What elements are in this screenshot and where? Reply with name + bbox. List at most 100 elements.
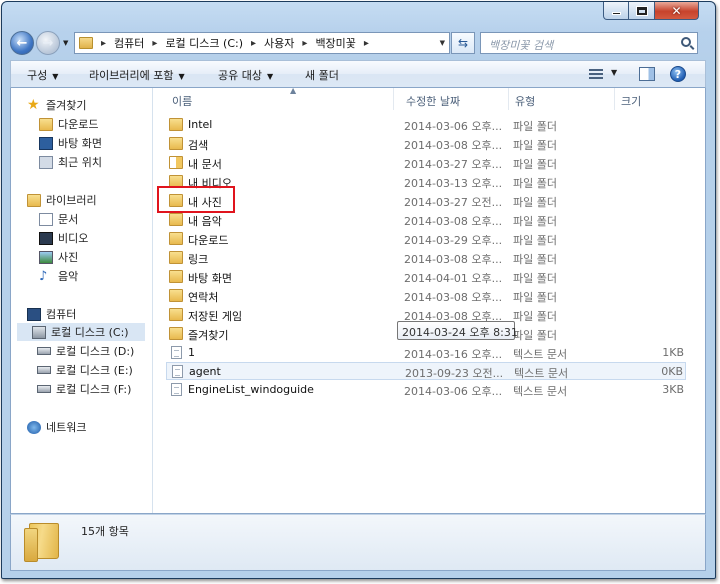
chevron-down-icon: ▼ [266, 72, 274, 81]
view-dropdown-icon[interactable]: ▼ [611, 68, 617, 77]
close-button[interactable]: ✕ [655, 2, 699, 20]
nav-pictures[interactable]: 사진 [39, 248, 78, 266]
table-row[interactable]: 내 사진 2014-03-27 오전... 파일 폴더 [166, 192, 686, 210]
text-file-icon [171, 383, 182, 396]
file-name: 1 [188, 346, 195, 359]
desktop-folder-icon [169, 270, 183, 283]
nav-desktop[interactable]: 바탕 화면 [39, 134, 102, 152]
nav-videos[interactable]: 비디오 [39, 229, 88, 247]
nav-recent-label: 최근 위치 [58, 156, 102, 169]
file-date: 2014-03-27 오후... [404, 158, 503, 171]
nav-drive-f[interactable]: 로컬 디스크 (F:) [37, 380, 131, 398]
table-row[interactable]: 내 음악 2014-03-08 오후... 파일 폴더 [166, 211, 686, 229]
folder-icon [79, 37, 93, 49]
desktop-icon [39, 136, 53, 150]
maximize-button[interactable] [629, 2, 655, 20]
nav-music[interactable]: ♪ 음악 [39, 267, 78, 285]
nav-recent[interactable]: 최근 위치 [39, 153, 102, 171]
breadcrumb-separator-icon[interactable]: ▸ [356, 38, 377, 49]
organize-button[interactable]: 구성 ▼ [27, 67, 58, 83]
breadcrumb-drive-c[interactable]: 로컬 디스크 (C:) [165, 35, 243, 51]
maximize-icon [635, 5, 648, 16]
file-name: 바탕 화면 [188, 272, 232, 285]
column-header-date[interactable]: 수정한 날짜 [400, 88, 509, 110]
table-row[interactable]: 링크 2014-03-08 오후... 파일 폴더 [166, 249, 686, 267]
address-row: ← → ▼ ▸ 컴퓨터 ▸ 로컬 디스크 (C:) ▸ 사용자 ▸ 백장미꽃 ▸… [10, 30, 698, 56]
back-button[interactable]: ← [10, 31, 34, 55]
refresh-button[interactable]: ⇆ [451, 32, 475, 54]
nav-drive-d[interactable]: 로컬 디스크 (D:) [37, 342, 134, 360]
file-type: 텍스트 문서 [513, 348, 568, 361]
file-size: 0KB [661, 365, 683, 378]
search-box[interactable]: 백장미꽃 검색 [480, 32, 698, 54]
file-name: 다운로드 [188, 234, 229, 247]
help-icon[interactable]: ? [670, 66, 686, 82]
forward-button[interactable]: → [36, 31, 60, 55]
nav-drive-c[interactable]: 로컬 디스크 (C:) [17, 323, 145, 341]
sort-ascending-icon: ▲ [290, 86, 297, 95]
include-library-button[interactable]: 라이브러리에 포함 ▼ [89, 67, 185, 83]
content-area: ★ 즐겨찾기 다운로드 바탕 화면 최근 위치 라이브러리 문서 비디오 사진 … [10, 86, 706, 514]
table-row[interactable]: 검색 2014-03-08 오후... 파일 폴더 [166, 135, 686, 153]
documents-folder-icon [169, 156, 183, 169]
nav-desktop-label: 바탕 화면 [58, 137, 102, 150]
file-type: 파일 폴더 [513, 291, 557, 304]
downloads-folder-icon [169, 232, 183, 245]
breadcrumb-separator-icon[interactable]: ▸ [144, 38, 165, 49]
new-folder-button[interactable]: 새 폴더 [305, 67, 339, 83]
address-dropdown-icon[interactable]: ▼ [440, 39, 445, 47]
minimize-button[interactable] [603, 2, 629, 20]
chevron-down-icon: ▼ [178, 72, 185, 81]
table-row[interactable]: 내 문서 2014-03-27 오후... 파일 폴더 [166, 154, 686, 172]
table-row[interactable]: EngineList_windoguide 2014-03-06 오후... 텍… [166, 381, 686, 399]
search-icon[interactable] [681, 37, 691, 47]
recent-places-icon [39, 155, 53, 169]
table-row[interactable]: 1 2014-03-16 오후... 텍스트 문서 1KB [166, 344, 686, 362]
folder-icon [169, 118, 183, 131]
nav-documents[interactable]: 문서 [39, 210, 78, 228]
table-row[interactable]: 바탕 화면 2014-04-01 오후... 파일 폴더 [166, 268, 686, 286]
downloads-icon [39, 117, 53, 131]
table-row[interactable]: 연락처 2014-03-08 오후... 파일 폴더 [166, 287, 686, 305]
view-details-icon[interactable] [589, 69, 603, 80]
file-type: 텍스트 문서 [514, 367, 569, 380]
nav-drive-e[interactable]: 로컬 디스크 (E:) [37, 361, 133, 379]
table-row[interactable]: 다운로드 2014-03-29 오후... 파일 폴더 [166, 230, 686, 248]
nav-network[interactable]: 네트워크 [27, 418, 86, 436]
column-size-label: 크기 [621, 95, 642, 108]
file-type: 파일 폴더 [513, 272, 557, 285]
file-name: 링크 [188, 253, 209, 266]
libraries-icon [27, 193, 41, 207]
breadcrumb-computer[interactable]: 컴퓨터 [114, 35, 144, 51]
network-icon [27, 420, 41, 434]
nav-favorites[interactable]: ★ 즐겨찾기 [27, 96, 86, 114]
table-row[interactable]: agent 2013-09-23 오전... 텍스트 문서 0KB [166, 362, 686, 380]
saved-games-folder-icon [169, 308, 183, 321]
search-input[interactable]: 백장미꽃 검색 [489, 37, 553, 53]
breadcrumb-users[interactable]: 사용자 [264, 35, 294, 51]
recent-pages-dropdown[interactable]: ▼ [63, 39, 68, 47]
column-header-size[interactable]: 크기 [615, 88, 693, 110]
nav-downloads[interactable]: 다운로드 [39, 115, 98, 133]
music-folder-icon [169, 213, 183, 226]
breadcrumb-separator-icon[interactable]: ▸ [243, 38, 264, 49]
nav-libraries[interactable]: 라이브러리 [27, 191, 97, 209]
drive-icon [37, 347, 51, 355]
file-name: 즐겨찾기 [188, 329, 229, 342]
column-header-name[interactable]: 이름 ▲ [166, 86, 394, 110]
nav-computer[interactable]: 컴퓨터 [27, 305, 76, 323]
table-row[interactable]: Intel 2014-03-06 오후... 파일 폴더 [166, 116, 686, 134]
column-header-type[interactable]: 유형 [509, 88, 615, 110]
address-bar[interactable]: ▸ 컴퓨터 ▸ 로컬 디스크 (C:) ▸ 사용자 ▸ 백장미꽃 ▸ ▼ [74, 32, 450, 54]
breadcrumb-separator-icon[interactable]: ▸ [294, 38, 315, 49]
breadcrumb-separator-icon[interactable]: ▸ [93, 38, 114, 49]
file-name: 연락처 [188, 291, 219, 304]
breadcrumb: ▸ 컴퓨터 ▸ 로컬 디스크 (C:) ▸ 사용자 ▸ 백장미꽃 ▸ [93, 33, 377, 53]
star-icon: ★ [27, 96, 40, 113]
breadcrumb-user-folder[interactable]: 백장미꽃 [315, 35, 355, 51]
nav-downloads-label: 다운로드 [58, 118, 99, 131]
preview-pane-icon[interactable] [639, 67, 655, 81]
share-button[interactable]: 공유 대상 ▼ [218, 67, 273, 83]
table-row[interactable]: 내 비디오 2014-03-13 오후... 파일 폴더 [166, 173, 686, 191]
file-name: EngineList_windoguide [188, 383, 314, 396]
